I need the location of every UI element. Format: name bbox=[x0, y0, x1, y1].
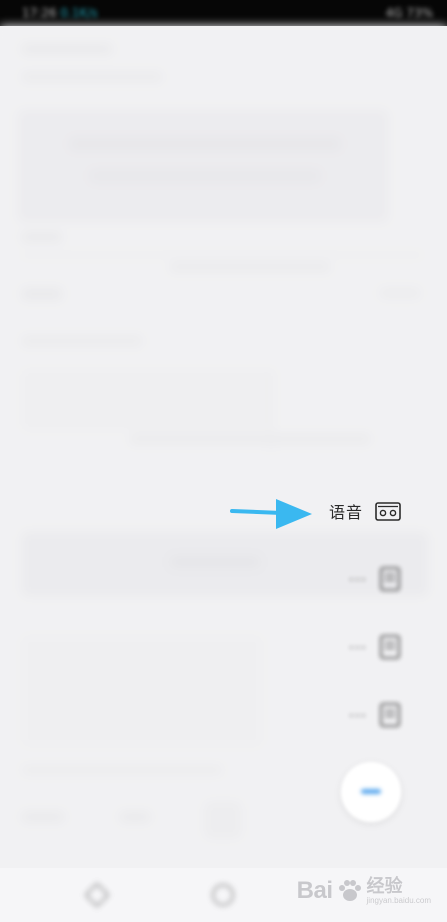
menu-item-3[interactable]: ··· bbox=[349, 630, 401, 664]
menu-item-4[interactable]: ··· bbox=[349, 698, 401, 732]
document-icon bbox=[380, 635, 400, 659]
radio-icon bbox=[375, 502, 401, 521]
menu-item-voice[interactable]: 语音 bbox=[329, 494, 401, 528]
annotation-arrow-icon bbox=[230, 499, 312, 529]
menu-item-voice-label: 语音 bbox=[328, 503, 363, 522]
menu-item-2[interactable]: ··· bbox=[349, 562, 401, 596]
menu-item-4-label: ··· bbox=[348, 705, 367, 725]
baidu-jingyan-watermark: Bai 经验 jingyan.baidu.com bbox=[297, 874, 431, 908]
document-icon bbox=[380, 703, 400, 727]
back-icon[interactable] bbox=[84, 882, 110, 908]
document-icon bbox=[380, 567, 400, 591]
watermark-brand-cn: 经验 bbox=[366, 876, 403, 896]
more-fab-button[interactable] bbox=[341, 762, 401, 822]
more-icon bbox=[361, 789, 381, 794]
menu-item-2-label: ··· bbox=[348, 569, 367, 589]
home-icon[interactable] bbox=[212, 884, 234, 906]
menu-item-3-label: ··· bbox=[348, 637, 367, 657]
paw-icon bbox=[338, 880, 361, 901]
watermark-brand: Bai bbox=[296, 877, 333, 904]
watermark-url: jingyan.baidu.com bbox=[366, 896, 431, 905]
